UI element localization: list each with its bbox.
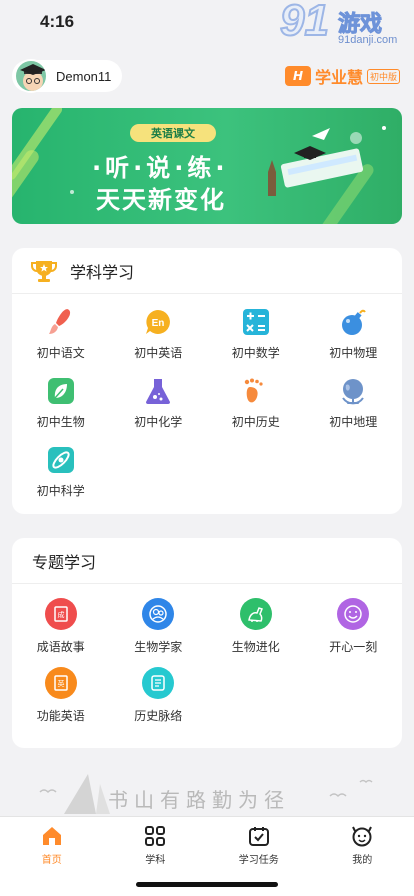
- subject-label: 初中历史: [231, 415, 280, 429]
- subjects-title: 学科学习: [70, 262, 135, 282]
- tab-home[interactable]: 首页: [0, 817, 104, 896]
- topic-functional-english[interactable]: 英 功能英语: [12, 667, 110, 736]
- promo-banner[interactable]: 英语课文 ·听·说·练· 天天新变化: [12, 108, 402, 224]
- subject-label: 初中地理: [329, 415, 378, 429]
- subject-history[interactable]: 初中历史: [207, 377, 305, 446]
- topic-happy-moment[interactable]: 开心一刻: [305, 598, 403, 667]
- svg-text:英: 英: [57, 679, 64, 688]
- footprint-icon: [242, 377, 270, 405]
- tab-label: 学习任务: [238, 855, 279, 866]
- site-watermark: 91 游戏 91danji.com: [279, 0, 410, 54]
- brand-logo: H 学业慧 初中版: [284, 64, 400, 88]
- profile-face-icon: [352, 826, 373, 847]
- tab-label: 我的: [352, 855, 373, 866]
- watermark-number: 91: [279, 0, 330, 46]
- subject-label: 初中科学: [36, 484, 85, 498]
- calculator-icon: [242, 308, 270, 336]
- subject-math[interactable]: 初中数学: [207, 308, 305, 377]
- subject-label: 初中英语: [134, 346, 183, 360]
- avatar: [14, 59, 48, 93]
- leaf-icon: [47, 377, 75, 405]
- slogan-decoration: 书山有路勤为径: [0, 770, 414, 820]
- grid-icon: [145, 826, 166, 846]
- atom-icon: [47, 446, 75, 474]
- subject-biology[interactable]: 初中生物: [12, 377, 110, 446]
- scroll-icon: [142, 667, 175, 699]
- svg-text:成: 成: [57, 610, 64, 619]
- svg-text:En: En: [152, 318, 165, 329]
- slogan-text: 书山有路勤为径: [108, 788, 290, 812]
- home-indicator[interactable]: [136, 882, 278, 887]
- topic-idiom-stories[interactable]: 成 成语故事: [12, 598, 110, 667]
- banner-headline: ·听·说·练·: [92, 154, 229, 182]
- smile-icon: [337, 598, 370, 630]
- globe-icon: [339, 377, 367, 405]
- task-calendar-icon: [248, 827, 269, 846]
- subject-physics[interactable]: 初中物理: [305, 308, 403, 377]
- banner-tag: 英语课文: [130, 124, 216, 142]
- user-name: Demon11: [56, 68, 112, 84]
- subject-label: 初中语文: [36, 346, 85, 360]
- topics-card: 专题学习 成 成语故事 生物学家 生物进化 开心一刻 英 功能英语 历史脉络: [12, 538, 402, 748]
- book-icon: 成: [44, 598, 77, 630]
- subject-english[interactable]: En 初中英语: [110, 308, 208, 377]
- topics-card-header: 专题学习: [12, 538, 402, 584]
- brush-icon: [47, 308, 75, 336]
- trophy-icon: [31, 260, 57, 282]
- dinosaur-icon: [239, 598, 272, 630]
- topic-label: 功能英语: [36, 709, 85, 723]
- subject-geography[interactable]: 初中地理: [305, 377, 403, 446]
- subject-label: 初中数学: [231, 346, 280, 360]
- subjects-grid: 初中语文 En 初中英语 初中数学 初中物理 初中生物 初中化学 初中历史 初中…: [12, 294, 402, 521]
- topic-evolution[interactable]: 生物进化: [207, 598, 305, 667]
- user-profile-pill[interactable]: Demon11: [12, 59, 122, 93]
- subject-label: 初中生物: [36, 415, 85, 429]
- subject-chinese[interactable]: 初中语文: [12, 308, 110, 377]
- brand-edition: 初中版: [366, 68, 400, 84]
- subjects-card: 学科学习 初中语文 En 初中英语 初中数学 初中物理 初中生物 初中化学 初中…: [12, 248, 402, 514]
- tab-label: 首页: [41, 855, 62, 866]
- tab-label: 学科: [145, 855, 166, 866]
- subject-label: 初中物理: [329, 346, 378, 360]
- topics-title: 专题学习: [32, 552, 97, 572]
- topic-history-timeline[interactable]: 历史脉络: [110, 667, 208, 736]
- subject-chemistry[interactable]: 初中化学: [110, 377, 208, 446]
- subject-science[interactable]: 初中科学: [12, 446, 110, 515]
- topic-biologists[interactable]: 生物学家: [110, 598, 208, 667]
- flask-icon: [144, 377, 172, 405]
- english-bubble-icon: En: [144, 308, 172, 336]
- status-time: 4:16: [40, 12, 75, 31]
- topic-label: 开心一刻: [329, 640, 378, 654]
- banner-subheadline: 天天新变化: [96, 186, 226, 214]
- bomb-icon: [339, 308, 367, 336]
- scientist-icon: [142, 598, 175, 630]
- topic-label: 成语故事: [36, 640, 85, 654]
- brand-logo-icon: H: [284, 66, 311, 86]
- subjects-card-header: 学科学习: [12, 248, 402, 294]
- home-icon: [42, 827, 61, 845]
- topics-grid: 成 成语故事 生物学家 生物进化 开心一刻 英 功能英语 历史脉络: [12, 584, 402, 742]
- watermark-site: 91danji.com: [338, 34, 398, 46]
- brand-name: 学业慧: [314, 68, 363, 87]
- english-doc-icon: 英: [44, 667, 77, 699]
- subject-label: 初中化学: [134, 415, 183, 429]
- topic-label: 生物学家: [134, 640, 183, 654]
- topic-label: 历史脉络: [134, 709, 183, 723]
- topic-label: 生物进化: [231, 640, 280, 654]
- tab-profile[interactable]: 我的: [311, 817, 414, 896]
